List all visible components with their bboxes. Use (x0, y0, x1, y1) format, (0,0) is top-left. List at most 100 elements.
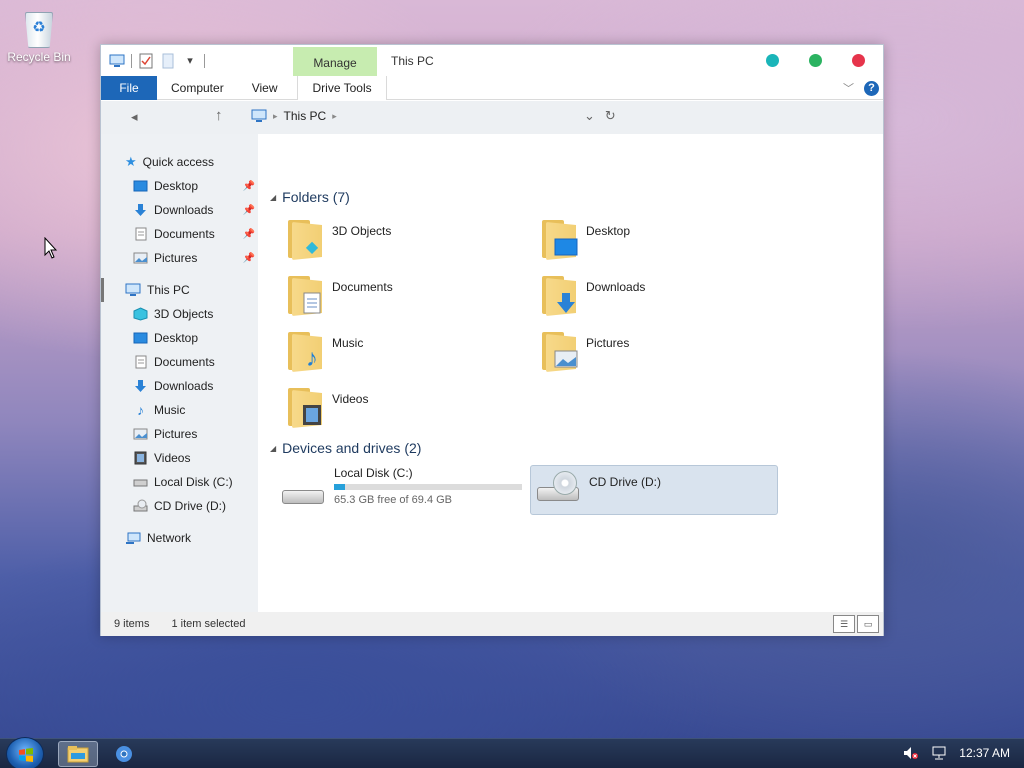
documents-folder-icon (286, 274, 324, 316)
recycle-bin-label: Recycle Bin (7, 50, 71, 64)
sidebar-item-local-disk-c[interactable]: Local Disk (C:) (133, 472, 258, 492)
document-icon (135, 355, 147, 369)
sidebar-item-qa-documents[interactable]: Documents 📌 (133, 224, 255, 244)
breadcrumb-location[interactable]: This PC (284, 109, 327, 123)
mouse-cursor-icon (44, 237, 58, 259)
download-icon (135, 204, 146, 216)
pin-icon[interactable]: 📌 (243, 205, 255, 216)
volume-muted-icon[interactable] (903, 746, 919, 760)
desktop-icon (133, 180, 148, 192)
pin-icon[interactable]: 📌 (243, 229, 255, 240)
breadcrumb[interactable]: ▸ This PC ▸ (251, 109, 337, 123)
folder-icon (67, 746, 89, 763)
recycle-bin-icon: ♻ (21, 8, 57, 50)
tab-view[interactable]: View (238, 76, 292, 100)
pictures-icon (133, 428, 148, 440)
sidebar-item-network[interactable]: Network (125, 528, 258, 548)
videos-icon (134, 451, 147, 465)
item-count: 9 items (114, 618, 150, 630)
downloads-folder-icon (540, 274, 578, 316)
sidebar-item-cd-drive-d[interactable]: CD Drive (D:) (133, 496, 258, 516)
network-icon (126, 532, 141, 544)
sidebar-item-videos[interactable]: Videos (133, 448, 258, 468)
3d-objects-icon (133, 307, 148, 321)
back-arrow-icon[interactable]: ◂ (131, 109, 138, 125)
folder-pictures[interactable]: Pictures (540, 330, 629, 372)
folder-music[interactable]: ♪ Music (286, 330, 363, 372)
collapse-triangle-icon[interactable]: ◢ (270, 193, 276, 202)
sidebar-item-downloads[interactable]: Downloads (133, 376, 258, 396)
minimize-button[interactable] (766, 54, 779, 67)
address-history-chevron-icon[interactable]: ⌄ (584, 108, 595, 124)
customize-toolbar-chevron-icon[interactable]: ▾ (182, 53, 198, 69)
close-button[interactable] (852, 54, 865, 67)
folder-downloads[interactable]: Downloads (540, 274, 645, 316)
large-icons-view-icon[interactable]: ▭ (857, 615, 879, 633)
music-icon: ♪ (137, 402, 144, 418)
breadcrumb-separator-icon: ▸ (273, 110, 278, 121)
pin-icon[interactable]: 📌 (243, 253, 255, 264)
properties-icon[interactable] (138, 53, 154, 69)
sidebar-item-quick-access[interactable]: ★ Quick access (125, 152, 258, 172)
windows-logo-icon (19, 748, 33, 762)
sidebar-item-qa-pictures[interactable]: Pictures 📌 (133, 248, 255, 268)
taskbar-file-explorer[interactable] (58, 741, 98, 767)
refresh-icon[interactable]: ↻ (605, 108, 616, 124)
folder-videos[interactable]: Videos (286, 386, 368, 428)
ribbon-tabs: File Computer View Drive Tools ﹀ ? (101, 75, 883, 100)
network-icon[interactable] (931, 746, 947, 760)
hard-drive-icon (280, 480, 326, 510)
browser-icon (116, 746, 132, 762)
document-icon (135, 227, 147, 241)
pictures-icon (133, 252, 148, 264)
quick-access-toolbar: ▾ (101, 45, 205, 76)
sidebar-item-qa-downloads[interactable]: Downloads 📌 (133, 200, 255, 220)
folder-desktop[interactable]: Desktop (540, 218, 630, 260)
selection-indicator (101, 278, 104, 302)
desktop-icon (133, 332, 148, 344)
folders-group-header[interactable]: ◢ Folders (7) (270, 189, 350, 205)
new-folder-icon[interactable] (160, 53, 176, 69)
download-icon (135, 380, 146, 392)
collapse-triangle-icon[interactable]: ◢ (270, 444, 276, 453)
star-icon: ★ (125, 154, 137, 169)
folder-3d-objects[interactable]: ◆ 3D Objects (286, 218, 391, 260)
desktop-folder-icon (540, 218, 578, 260)
maximize-button[interactable] (809, 54, 822, 67)
tab-computer[interactable]: Computer (157, 76, 238, 100)
status-bar: 9 items 1 item selected ☰ ▭ (101, 612, 883, 636)
tab-drive-tools[interactable]: Drive Tools (297, 75, 387, 100)
cd-drive-icon (133, 499, 148, 512)
up-arrow-icon[interactable]: ↑ (215, 107, 223, 124)
navigation-pane: ★ Quick access Desktop 📌 Downloads 📌 Doc… (101, 134, 258, 612)
sidebar-item-this-pc[interactable]: This PC (125, 280, 258, 300)
title-bar: ▾ Manage This PC (101, 45, 883, 78)
sidebar-item-music[interactable]: ♪ Music (133, 400, 258, 420)
start-button[interactable] (6, 737, 44, 768)
sidebar-item-documents[interactable]: Documents (133, 352, 258, 372)
sidebar-item-desktop[interactable]: Desktop (133, 328, 258, 348)
help-icon[interactable]: ? (864, 80, 879, 96)
sidebar-item-pictures[interactable]: Pictures (133, 424, 258, 444)
details-view-icon[interactable]: ☰ (833, 615, 855, 633)
manage-tab[interactable]: Manage (293, 47, 377, 78)
file-explorer-window: ▾ Manage This PC File Computer View Driv… (100, 44, 884, 636)
pin-icon[interactable]: 📌 (243, 181, 255, 192)
tab-file[interactable]: File (101, 75, 157, 100)
sidebar-item-qa-desktop[interactable]: Desktop 📌 (133, 176, 255, 196)
expand-ribbon-chevron-icon[interactable]: ﹀ (843, 80, 854, 96)
drive-local-disk-c[interactable]: Local Disk (C:) 65.3 GB free of 69.4 GB (280, 466, 522, 516)
pictures-folder-icon (540, 330, 578, 372)
selection-count: 1 item selected (171, 618, 246, 630)
breadcrumb-separator-icon[interactable]: ▸ (332, 111, 337, 122)
taskbar-browser[interactable] (104, 741, 144, 767)
computer-icon[interactable] (109, 53, 125, 69)
folder-documents[interactable]: Documents (286, 274, 393, 316)
clock[interactable]: 12:37 AM (959, 746, 1010, 760)
sidebar-item-3d-objects[interactable]: 3D Objects (133, 304, 258, 324)
drive-cd-drive-d[interactable]: CD Drive (D:) (530, 465, 778, 515)
drives-group-header[interactable]: ◢ Devices and drives (2) (270, 440, 421, 456)
recycle-bin-shortcut[interactable]: ♻ Recycle Bin (4, 8, 74, 64)
system-tray: 12:37 AM (903, 746, 1010, 760)
music-folder-icon: ♪ (286, 330, 324, 372)
